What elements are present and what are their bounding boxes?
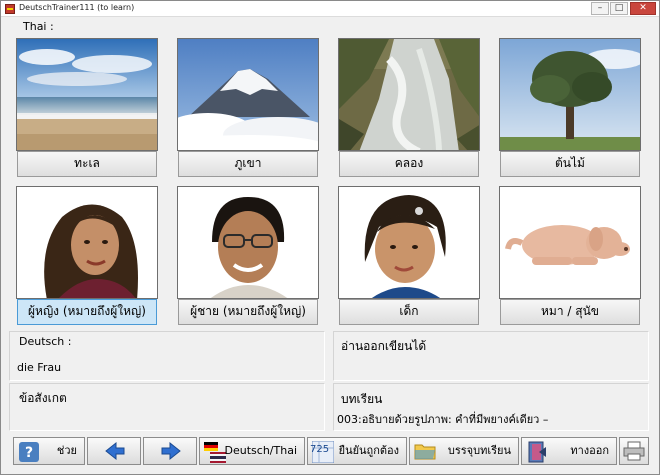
mountain-photo[interactable] [177,38,319,151]
next-button[interactable] [143,437,197,465]
confirm-button[interactable]: 725 ยืนยันถูกต้อง [307,437,407,465]
language-pair-label: Deutsch/Thai [224,444,297,457]
exit-button[interactable]: ทางออก [521,437,617,465]
confirm-label: ยืนยันถูกต้อง [338,444,399,457]
folder-icon [414,441,436,461]
contents-label: บรรจุบทเรียน [447,444,511,457]
tile-caption[interactable]: ทะเล [17,151,157,177]
woman-photo[interactable] [16,186,158,299]
dog-photo[interactable] [499,186,641,299]
printer-icon [623,441,645,461]
lesson-value: 003:อธิบายด้วยรูปภาพ: คำที่มีพยางค์เดียว… [337,413,549,426]
confirm-count: 725 [310,444,330,455]
tree-photo[interactable] [499,38,641,151]
help-icon: ? [18,441,40,462]
minimize-button[interactable]: – [591,2,609,15]
tile-caption[interactable]: เด็ก [339,299,479,325]
language-label: Thai : [23,20,54,33]
help-button[interactable]: ? ช่วย [13,437,85,465]
man-photo[interactable] [177,186,319,299]
maximize-button[interactable]: □ [610,2,628,15]
tile-caption[interactable]: คลอง [339,151,479,177]
german-thai-flag-icon [204,441,226,463]
print-button[interactable] [619,437,649,465]
tile-caption[interactable]: หมา / สุนัข [500,299,640,325]
close-button[interactable]: ✕ [630,2,656,15]
lesson-label: บทเรียน [341,392,383,406]
contents-button[interactable]: บรรจุบทเรียน [409,437,519,465]
notes-label: ข้อสังเกต [19,391,67,405]
app-window: DeutschTrainer111 (to learn) – □ ✕ Thai … [0,0,660,475]
window-title: DeutschTrainer111 (to learn) [19,3,135,12]
tile-caption[interactable]: ผู้ชาย (หมายถึงผู้ใหญ่) [178,299,318,325]
title-bar: DeutschTrainer111 (to learn) – □ ✕ [1,1,659,17]
language-pair-button[interactable]: Deutsch/Thai [199,437,305,465]
app-flag-icon [5,4,15,14]
arrow-left-icon [104,441,126,461]
canal-photo[interactable] [338,38,480,151]
svg-text:?: ? [25,445,33,461]
exit-label: ทางออก [570,444,609,457]
deutsch-value: die Frau [17,361,62,374]
exit-door-icon [526,441,548,463]
deutsch-label: Deutsch : [19,335,72,348]
help-label: ช่วย [56,444,77,457]
previous-button[interactable] [87,437,141,465]
sea-photo[interactable] [16,38,158,151]
arrow-right-icon [160,441,182,461]
child-photo[interactable] [338,186,480,299]
tile-caption[interactable]: ต้นไม้ [500,151,640,177]
tile-caption-selected[interactable]: ผู้หญิง (หมายถึงผู้ใหญ่) [17,299,157,325]
reading-label: อ่านออกเขียนได้ [341,339,427,353]
tile-caption[interactable]: ภูเขา [178,151,318,177]
